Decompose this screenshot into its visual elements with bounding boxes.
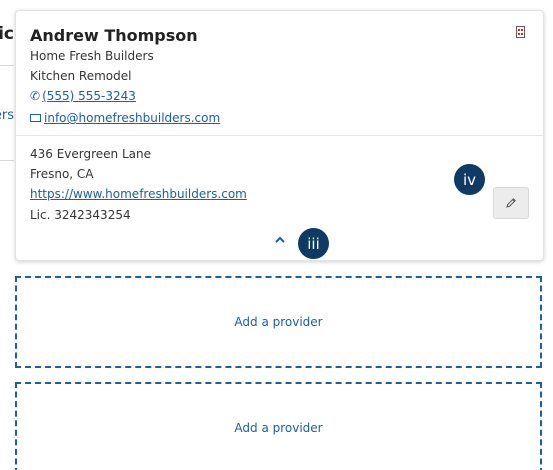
- provider-card: Andrew Thompson Home Fresh Builders Kitc…: [15, 10, 544, 261]
- collapse-card-button[interactable]: [272, 231, 288, 247]
- card-divider: [16, 135, 543, 136]
- provider-email-row: info@homefreshbuilders.com: [30, 111, 220, 125]
- provider-license: Lic. 3242343254: [30, 208, 131, 222]
- add-provider-slot[interactable]: Add a provider: [15, 382, 542, 470]
- provider-phone-link[interactable]: (555) 555-3243: [42, 89, 136, 103]
- callout-marker-edit: iv: [454, 164, 485, 195]
- background-providers-link[interactable]: Providers: [0, 108, 14, 123]
- mail-icon: [30, 114, 41, 122]
- provider-website-row: https://www.homefreshbuilders.com: [30, 187, 247, 201]
- provider-phone-row: ✆ (555) 555-3243: [30, 89, 136, 103]
- provider-email-link[interactable]: info@homefreshbuilders.com: [44, 111, 220, 125]
- provider-name: Andrew Thompson: [30, 26, 198, 45]
- provider-address-line2: Fresno, CA: [30, 167, 94, 181]
- edit-provider-button[interactable]: [493, 187, 529, 219]
- pencil-icon: [506, 198, 516, 208]
- background-divider: [0, 65, 14, 66]
- background-section-title: Provic: [0, 24, 14, 44]
- provider-company: Home Fresh Builders: [30, 49, 154, 63]
- add-provider-label: Add a provider: [234, 421, 323, 435]
- callout-marker-collapse: iii: [298, 228, 329, 259]
- provider-website-link[interactable]: https://www.homefreshbuilders.com: [30, 187, 247, 201]
- phone-icon: ✆: [30, 89, 41, 103]
- provider-address-line1: 436 Evergreen Lane: [30, 147, 152, 161]
- page: Provic Providers Andrew Thompson Home Fr…: [0, 0, 553, 470]
- building-icon: [516, 26, 525, 38]
- chevron-up-icon: [275, 236, 285, 243]
- add-provider-slot[interactable]: Add a provider: [15, 276, 542, 368]
- provider-service: Kitchen Remodel: [30, 69, 132, 83]
- add-provider-label: Add a provider: [234, 315, 323, 329]
- background-divider: [0, 160, 14, 161]
